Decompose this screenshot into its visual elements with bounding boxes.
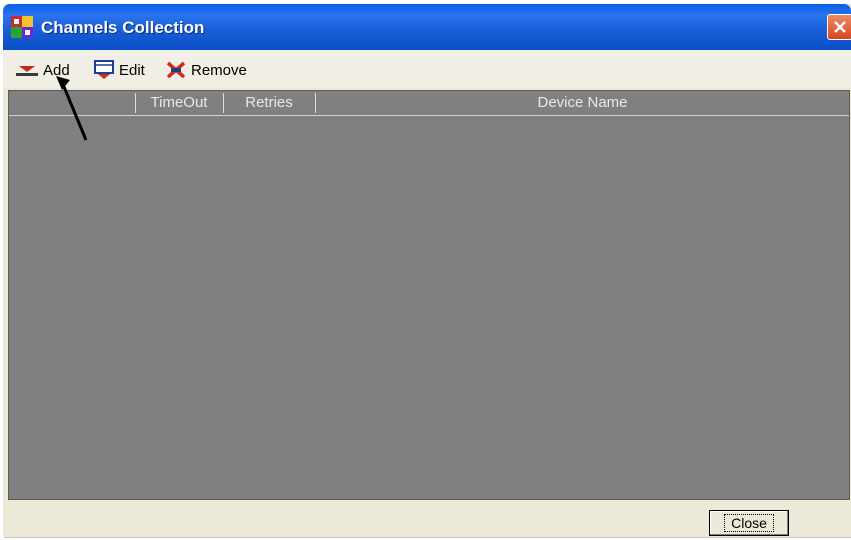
title-bar: Channels Collection (3, 4, 851, 50)
annotation-arrow-icon (56, 76, 88, 141)
close-button[interactable]: Close (709, 510, 789, 536)
edit-label: Edit (119, 61, 145, 79)
channels-collection-window: Channels Collection Add Edit Remove Time… (3, 4, 851, 537)
remove-label: Remove (191, 61, 247, 79)
close-icon (834, 21, 846, 33)
column-header-retries[interactable]: Retries (224, 93, 314, 113)
edit-icon (94, 60, 114, 79)
footer: Close (3, 500, 851, 537)
remove-button[interactable]: Remove (165, 59, 247, 81)
add-icon (16, 66, 38, 76)
channels-list[interactable]: TimeOut Retries Device Name (8, 90, 850, 500)
window-title: Channels Collection (41, 18, 205, 37)
list-header: TimeOut Retries Device Name (9, 91, 849, 116)
close-label: Close (724, 514, 774, 532)
column-header-device-name[interactable]: Device Name (316, 93, 849, 113)
edit-button[interactable]: Edit (93, 59, 145, 81)
app-grid-icon (11, 16, 33, 38)
window-close-button[interactable] (827, 14, 851, 40)
toolbar: Add Edit Remove (3, 50, 851, 88)
list-body[interactable] (9, 116, 849, 499)
remove-icon (166, 61, 186, 79)
column-header-timeout[interactable]: TimeOut (136, 93, 222, 113)
